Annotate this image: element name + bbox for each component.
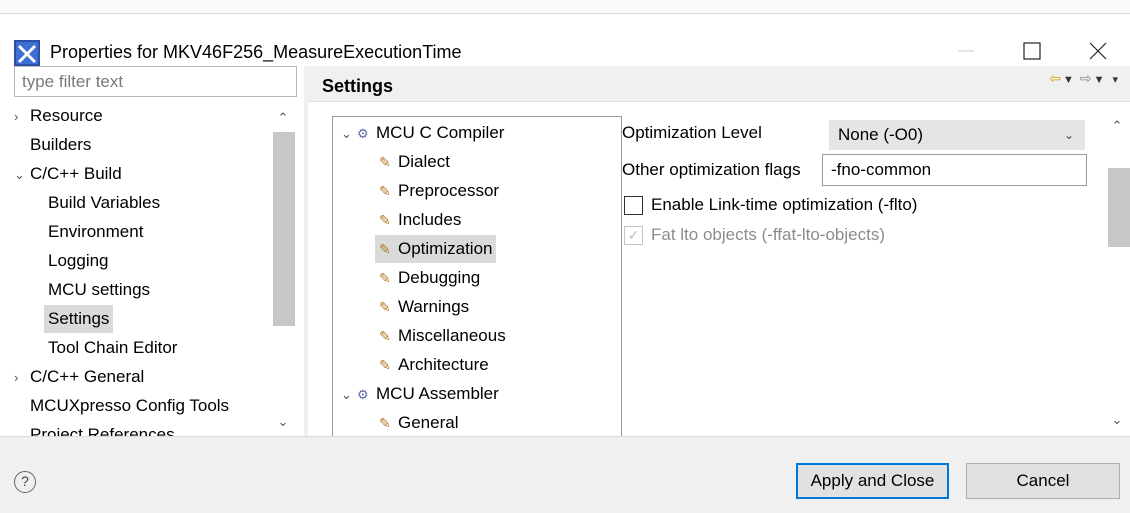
scroll-up-icon[interactable]: ⌃: [275, 110, 291, 126]
tool-item-miscellaneous[interactable]: ✎ Miscellaneous: [379, 322, 506, 350]
option-category-icon: ✎: [379, 241, 391, 257]
apply-and-close-button[interactable]: Apply and Close: [796, 463, 949, 499]
tree-item-mcu-settings[interactable]: MCU settings: [48, 276, 150, 304]
scrollbar-thumb[interactable]: [1108, 168, 1130, 247]
tree-item-mcuxpresso-config-tools[interactable]: MCUXpresso Config Tools: [30, 392, 229, 420]
property-page-tree: › Resource Builders ⌄ C/C++ Build Build Va…: [14, 102, 297, 436]
optimization-options: Optimization Level None (-O0) ⌄ Other op…: [622, 116, 1108, 436]
option-category-icon: ✎: [379, 299, 391, 315]
tree-item-settings[interactable]: Settings: [44, 305, 114, 333]
left-tree-scrollbar[interactable]: ⌃ ⌄: [270, 106, 296, 440]
back-arrow-icon[interactable]: ⇦: [1049, 70, 1061, 86]
background-window-strip: [0, 0, 1130, 14]
tree-item-tool-chain-editor[interactable]: Tool Chain Editor: [48, 334, 177, 362]
fat-lto-checkbox: ✓: [624, 226, 643, 245]
scroll-down-icon[interactable]: ⌄: [275, 414, 291, 430]
other-flags-input[interactable]: -fno-common: [822, 154, 1087, 186]
tool-item-warnings[interactable]: ✎ Warnings: [379, 293, 469, 321]
chevron-right-icon[interactable]: ›: [14, 364, 30, 392]
tree-item-build-variables[interactable]: Build Variables: [48, 189, 160, 217]
scroll-up-icon[interactable]: ⌃: [1109, 118, 1125, 134]
options-scrollbar[interactable]: ⌃ ⌄: [1104, 116, 1130, 436]
lto-checkbox[interactable]: [624, 196, 643, 215]
tool-item-includes[interactable]: ✎ Includes: [379, 206, 461, 234]
tool-gear-icon: ⚙: [357, 126, 369, 141]
x-logo-icon: [14, 40, 40, 66]
tool-item-preprocessor[interactable]: ✎ Preprocessor: [379, 177, 499, 205]
chevron-right-icon[interactable]: ›: [14, 103, 30, 131]
filter-input[interactable]: [14, 66, 297, 97]
tool-item-architecture[interactable]: ✎ Architecture: [379, 351, 489, 379]
option-category-icon: ✎: [379, 328, 391, 344]
cancel-button[interactable]: Cancel: [966, 463, 1120, 499]
tree-item-builders[interactable]: Builders: [30, 131, 91, 159]
tool-item-dialect[interactable]: ✎ Dialect: [379, 148, 450, 176]
optimization-level-label: Optimization Level: [622, 123, 762, 142]
dialog-footer: ? Apply and Close Cancel: [0, 436, 1130, 513]
tool-item-debugging[interactable]: ✎ Debugging: [379, 264, 480, 292]
tool-item-mcu-assembler[interactable]: ⌄ ⚙ MCU Assembler: [341, 380, 499, 408]
option-category-icon: ✎: [379, 183, 391, 199]
tree-item-resource[interactable]: › Resource: [14, 102, 103, 130]
chevron-down-icon[interactable]: ⌄: [14, 161, 30, 189]
maximize-icon[interactable]: [1012, 34, 1052, 68]
tool-settings-tree: ⌄ ⚙ MCU C Compiler ✎ Dialect ✎ Preprocessor …: [332, 116, 622, 436]
option-category-icon: ✎: [379, 357, 391, 373]
tree-item-project-references[interactable]: Project References: [30, 421, 175, 436]
back-menu-icon[interactable]: ▼: [1063, 74, 1074, 86]
tool-item-mcu-c-compiler[interactable]: ⌄ ⚙ MCU C Compiler: [341, 119, 504, 147]
window-title: Properties for MKV46F256_MeasureExecutio…: [50, 42, 462, 62]
tree-item-cpp-build[interactable]: ⌄ C/C++ Build: [14, 160, 122, 188]
page-title: Settings: [322, 76, 394, 96]
chevron-down-icon: ⌄: [1063, 128, 1074, 142]
tool-gear-icon: ⚙: [357, 387, 369, 402]
scrollbar-thumb[interactable]: [273, 132, 295, 326]
title-bar: Properties for MKV46F256_MeasureExecutio…: [0, 14, 1130, 66]
minimize-icon[interactable]: [946, 34, 986, 68]
help-icon[interactable]: ?: [14, 471, 36, 493]
scroll-down-icon[interactable]: ⌄: [1109, 412, 1125, 428]
optimization-level-select[interactable]: None (-O0) ⌄: [829, 120, 1085, 150]
tree-item-logging[interactable]: Logging: [48, 247, 109, 275]
tree-item-cpp-general[interactable]: › C/C++ General: [14, 363, 144, 391]
close-icon[interactable]: [1078, 34, 1118, 68]
page-nav: ⇦ ▼ ⇨ ▼ ▾: [1049, 70, 1124, 87]
option-category-icon: ✎: [379, 154, 391, 170]
option-category-icon: ✎: [379, 212, 391, 228]
tool-item-general[interactable]: ✎ General: [379, 409, 458, 436]
forward-menu-icon[interactable]: ▼: [1094, 74, 1105, 86]
dialog-body: ›Resource Builders ⌄C/C++ Build Build Va…: [0, 66, 1130, 440]
forward-arrow-icon[interactable]: ⇨: [1080, 70, 1092, 86]
chevron-down-icon[interactable]: ⌄: [341, 381, 357, 409]
option-category-icon: ✎: [379, 270, 391, 286]
view-menu-icon[interactable]: ▾: [1112, 74, 1118, 86]
settings-area: ⌄ ⚙ MCU C Compiler ✎ Dialect ✎ Preprocessor …: [308, 102, 1130, 436]
settings-header: Settings ⇦ ▼ ⇨ ▼ ▾: [308, 66, 1130, 102]
tool-item-optimization[interactable]: ✎ Optimization: [375, 235, 497, 263]
other-flags-label: Other optimization flags: [622, 160, 801, 179]
option-category-icon: ✎: [379, 415, 391, 431]
tree-item-environment[interactable]: Environment: [48, 218, 143, 246]
fat-lto-label: Fat lto objects (-ffat-lto-objects): [651, 225, 885, 244]
lto-label: Enable Link-time optimization (-flto): [651, 195, 918, 214]
chevron-down-icon[interactable]: ⌄: [341, 120, 357, 148]
